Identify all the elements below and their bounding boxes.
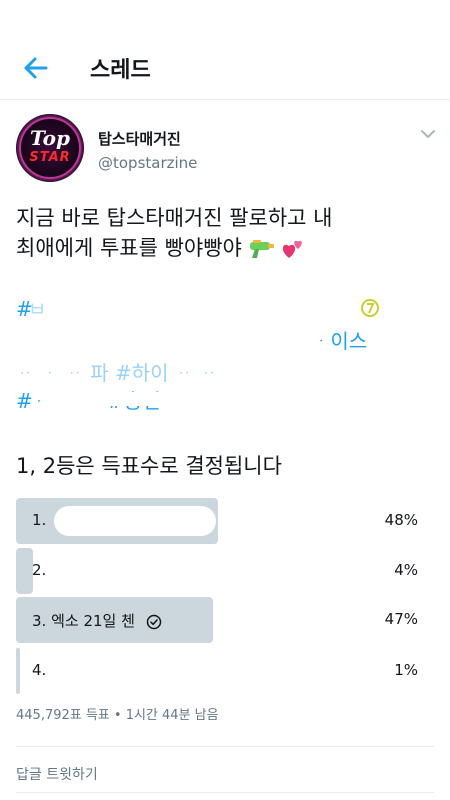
poll-option-label: 3. 엑소 21일 첸	[32, 610, 162, 631]
redaction-mask	[54, 660, 194, 682]
poll-option-label: 1.	[32, 511, 47, 529]
redaction-mask	[46, 300, 346, 320]
avatar-logo-star: STAR	[29, 150, 71, 165]
divider	[16, 746, 434, 747]
reply-tweet-button[interactable]: 답글 트윗하기	[16, 764, 98, 784]
author-handle[interactable]: @topstarzine	[98, 154, 197, 172]
redaction-mask	[316, 364, 436, 382]
poll-option-percent: 4%	[394, 561, 418, 579]
poll-option-label: 2.	[32, 561, 47, 579]
badge-icon	[361, 299, 379, 317]
poll-option-label: 4.	[32, 661, 47, 679]
poll-option-label-text: 3. 엑소 21일 첸	[32, 612, 135, 630]
poll-bar	[16, 648, 20, 694]
redaction-mask	[54, 560, 194, 582]
poll-meta: 445,792표 득표 • 1시간 44분 남음	[16, 708, 219, 723]
tweet-text-line-1-text: 지금 바로 탑스타매거진 팔로하고 내	[16, 206, 333, 230]
poll-bar	[16, 548, 33, 594]
poll-option[interactable]: 1. 48%	[16, 498, 436, 544]
arrow-left-icon[interactable]	[22, 54, 50, 82]
poll-question: 1, 2등은 득표수로 결정됩니다	[16, 454, 282, 478]
divider	[16, 792, 434, 793]
tweet-text-line-2-text: 최애에게 투표를 빵야빵야	[16, 236, 242, 260]
avatar[interactable]: Top STAR	[16, 114, 84, 182]
poll-option[interactable]: 2. 4%	[16, 548, 436, 594]
tweet-text-line-1: 지금 바로 탑스타매거진 팔로하고 내	[16, 204, 436, 232]
redaction-mask	[46, 330, 306, 352]
tweet-text-line-2: 최애에게 투표를 빵야빵야	[16, 234, 436, 262]
avatar-logo-top: Top	[30, 126, 70, 150]
top-app-bar: 스레드	[0, 0, 450, 100]
chevron-down-icon[interactable]	[420, 126, 436, 142]
page-title: 스레드	[90, 58, 151, 83]
redaction-mask	[40, 392, 200, 406]
tweet-hashtags-redacted: # ㅂ ㆍ ᆞ ᆢ ㆍ ᆞ ᆞ이스 ᆢ ᆞ ᆢ 파 #하이 ᆢ ᆢ #ᆢ ᆢ ᆢ…	[16, 290, 436, 418]
hashtag-fragment[interactable]: ᆢ ᆞ ᆢ 파 #하이 ᆢ ᆢ	[16, 358, 218, 388]
two-hearts-emoji	[283, 240, 303, 258]
poll-option[interactable]: 4. 1%	[16, 648, 436, 694]
poll-option-percent: 48%	[384, 511, 418, 529]
poll-option-percent: 1%	[394, 661, 418, 679]
water-pistol-emoji	[249, 240, 274, 258]
redaction-mask	[54, 506, 216, 536]
hashtag-fragment[interactable]: ᆞ이스	[312, 326, 367, 356]
check-circle-icon	[146, 614, 161, 629]
poll-option-selected[interactable]: 3. 엑소 21일 첸 47%	[16, 597, 436, 643]
author-display-name[interactable]: 탑스타매거진	[98, 128, 181, 149]
poll-option-percent: 47%	[384, 610, 418, 628]
